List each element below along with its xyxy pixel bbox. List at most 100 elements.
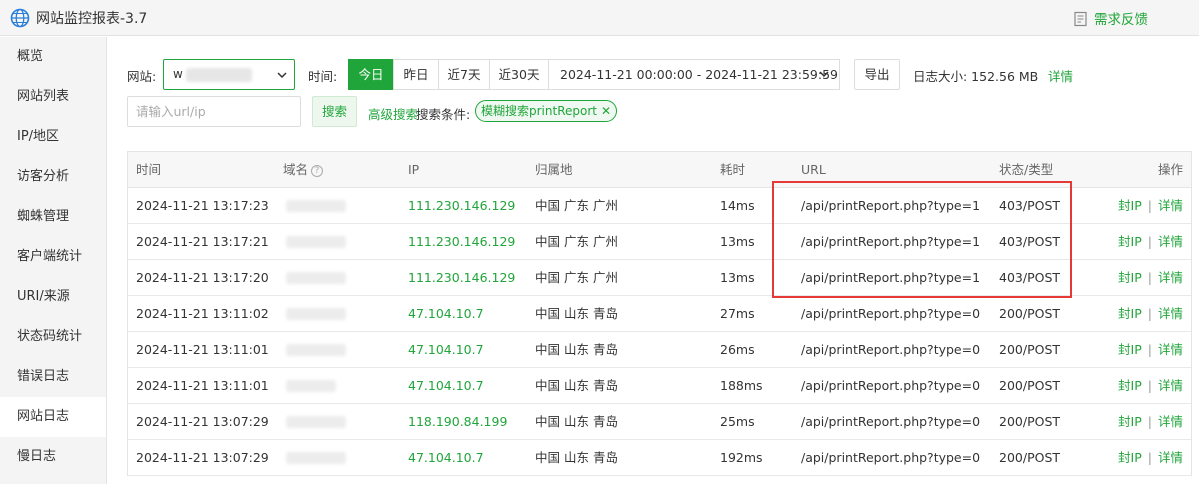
cell-actions: 封IP | 详情 [1118,440,1183,475]
cell-status: 200/POST [999,414,1061,429]
search-input[interactable] [127,96,301,127]
cell-location: 中国 广东 广州 [535,270,618,285]
export-button[interactable]: 导出 [854,59,900,90]
ban-ip-link[interactable]: 封IP [1118,378,1142,393]
sidebar-item[interactable]: 错误日志 [0,357,106,397]
cell-status: 200/POST [999,306,1061,321]
cell-actions: 封IP | 详情 [1118,296,1183,331]
cell-actions: 封IP | 详情 [1118,224,1183,259]
sidebar-item[interactable]: 网站日志 [0,397,106,437]
cell-time: 2024-11-21 13:17:23 [136,198,269,213]
table-row: 2024-11-21 13:17:23 111.230.146.129 中国 广东 … [128,188,1191,224]
ban-ip-link[interactable]: 封IP [1118,234,1142,249]
ban-ip-link[interactable]: 封IP [1118,198,1142,213]
chevron-down-icon [819,71,829,78]
search-button[interactable]: 搜索 [312,96,357,127]
cell-url: /api/printReport.php?type=0 [801,306,981,321]
site-select[interactable]: w [163,59,295,90]
cell-url: /api/printReport.php?type=0 [801,450,981,465]
cell-ip[interactable]: 47.104.10.7 [408,296,484,331]
cell-status: 403/POST [999,270,1061,285]
cell-duration: 25ms [720,414,755,429]
redacted-site-name [186,68,252,82]
sidebar-item[interactable]: 客户端统计 [0,237,106,277]
row-details-link[interactable]: 详情 [1158,270,1183,285]
col-time: 时间 [136,162,162,177]
ban-ip-link[interactable]: 封IP [1118,450,1142,465]
cell-duration: 27ms [720,306,755,321]
edit-note-icon [1074,11,1087,27]
cell-ip[interactable]: 47.104.10.7 [408,332,484,367]
ban-ip-link[interactable]: 封IP [1118,414,1142,429]
sidebar-item[interactable]: 慢日志 [0,437,106,477]
redacted-domain [286,344,346,356]
sidebar-item[interactable]: IP/地区 [0,117,106,157]
row-details-link[interactable]: 详情 [1158,378,1183,393]
cell-location: 中国 山东 青岛 [535,414,618,429]
cell-ip[interactable]: 47.104.10.7 [408,440,484,475]
main-panel: 网站: w 时间: 今日 昨日 近7天 近30天 2024-11-21 00:0… [107,37,1199,484]
log-table: 时间 域名? IP 归属地 耗时 URL 状态/类型 操作 2024-11-21… [127,151,1192,476]
cell-url: /api/printReport.php?type=1 [801,198,981,213]
cell-location: 中国 山东 青岛 [535,450,618,465]
sidebar-item[interactable]: URI/来源 [0,277,106,317]
sidebar-item[interactable]: 访客分析 [0,157,106,197]
cell-ip[interactable]: 111.230.146.129 [408,224,515,259]
cell-time: 2024-11-21 13:07:29 [136,414,269,429]
col-ip: IP [408,162,420,177]
cell-time: 2024-11-21 13:11:01 [136,378,269,393]
sidebar-item[interactable]: 网站列表 [0,77,106,117]
close-icon[interactable]: ✕ [601,101,611,121]
cell-ip[interactable]: 111.230.146.129 [408,188,515,223]
feedback-link[interactable]: 需求反馈 [1074,8,1148,28]
cell-time: 2024-11-21 13:11:01 [136,342,269,357]
datetime-range-picker[interactable]: 2024-11-21 00:00:00 - 2024-11-21 23:59:5… [548,59,840,90]
redacted-domain [286,380,336,392]
cell-ip[interactable]: 118.190.84.199 [408,404,507,439]
range-7days[interactable]: 近7天 [438,59,490,90]
log-size: 日志大小: 152.56 MB [913,69,1039,84]
log-details-link[interactable]: 详情 [1048,66,1073,85]
cell-time: 2024-11-21 13:17:21 [136,234,269,249]
cell-status: 200/POST [999,450,1061,465]
cell-actions: 封IP | 详情 [1118,368,1183,403]
sidebar-item[interactable]: 概览 [0,37,106,77]
row-details-link[interactable]: 详情 [1158,342,1183,357]
redacted-domain [286,452,346,464]
cell-ip[interactable]: 111.230.146.129 [408,260,515,295]
action-separator: | [1147,234,1152,249]
cell-duration: 14ms [720,198,755,213]
ban-ip-link[interactable]: 封IP [1118,270,1142,285]
cell-time: 2024-11-21 13:07:29 [136,450,269,465]
cell-ip[interactable]: 47.104.10.7 [408,368,484,403]
ban-ip-link[interactable]: 封IP [1118,306,1142,321]
app-title: 网站监控报表-3.7 [36,11,148,27]
row-details-link[interactable]: 详情 [1158,450,1183,465]
cell-duration: 13ms [720,270,755,285]
table-row: 2024-11-21 13:07:29 118.190.84.199 中国 山东 青… [128,404,1191,440]
ban-ip-link[interactable]: 封IP [1118,342,1142,357]
cell-url: /api/printReport.php?type=0 [801,414,981,429]
action-separator: | [1147,450,1152,465]
help-icon[interactable]: ? [311,165,324,177]
row-details-link[interactable]: 详情 [1158,306,1183,321]
col-domain: 域名? [283,152,324,187]
filter-tag-label: 模糊搜索printReport [481,104,597,118]
col-status: 状态/类型 [999,162,1054,177]
row-details-link[interactable]: 详情 [1158,198,1183,213]
col-duration: 耗时 [720,162,746,177]
cell-location: 中国 山东 青岛 [535,378,618,393]
sidebar-item[interactable]: 蜘蛛管理 [0,197,106,237]
chevron-down-icon [277,72,287,79]
cell-status: 200/POST [999,342,1061,357]
cell-actions: 封IP | 详情 [1118,332,1183,367]
range-30days[interactable]: 近30天 [489,59,549,90]
sidebar-item[interactable]: 状态码统计 [0,317,106,357]
cell-actions: 封IP | 详情 [1118,260,1183,295]
cell-status: 403/POST [999,198,1061,213]
range-today[interactable]: 今日 [348,59,394,90]
range-yesterday[interactable]: 昨日 [393,59,439,90]
row-details-link[interactable]: 详情 [1158,414,1183,429]
row-details-link[interactable]: 详情 [1158,234,1183,249]
advanced-search-link[interactable]: 高级搜索 [368,104,418,123]
